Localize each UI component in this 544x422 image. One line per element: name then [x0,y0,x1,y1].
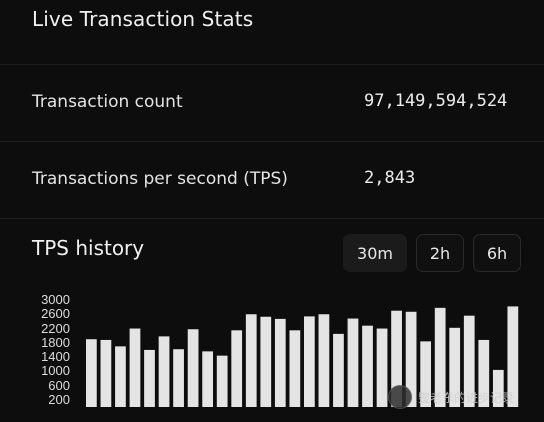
tps-history-title: TPS history [32,236,145,260]
chart-bar [376,328,388,407]
y-tick-label: 200 [48,391,70,407]
y-tick-label: 2600 [41,306,70,322]
header: Live Transaction Stats [0,0,544,65]
range-button-2h[interactable]: 2h [416,234,464,272]
stat-row-tps: Transactions per second (TPS) 2,843 [0,142,544,219]
chart-bar [245,314,257,407]
chart-bar [289,330,301,407]
chart-bar [144,349,155,407]
y-tick-label: 600 [48,377,70,393]
chart-bar [362,325,373,407]
chart-bar [115,346,126,407]
stat-value: 2,843 [364,168,416,188]
chart-bar [202,351,214,407]
chart-bar [260,316,272,407]
y-tick-label: 1800 [41,334,70,350]
chart-bar [100,339,112,407]
chart-bar [231,330,243,407]
stat-row-transaction-count: Transaction count 97,149,594,524 [0,65,544,142]
watermark: 鳖老东的进步记录 [388,382,544,412]
y-tick-label: 3000 [41,292,70,307]
y-tick-label: 1000 [41,363,70,379]
chart-bar [274,318,286,407]
chart-bar [304,316,315,407]
wechat-logo-icon [388,385,412,409]
chart-bar [318,314,330,407]
stat-label: Transaction count [32,92,183,112]
chart-bar [347,318,359,407]
chart-bar [129,328,141,407]
page-title: Live Transaction Stats [32,7,254,31]
chart-bar [216,355,228,407]
chart-bar [158,336,170,407]
stat-label: Transactions per second (TPS) [32,169,288,189]
stat-value: 97,149,594,524 [364,91,508,111]
chart-bar [86,339,97,407]
chart-bar [173,349,184,407]
watermark-text: 鳖老东的进步记录 [418,390,515,405]
range-button-30m[interactable]: 30m [343,234,407,272]
y-tick-label: 1400 [41,349,70,365]
chart-bar [187,329,199,407]
chart-bar [333,333,344,407]
y-tick-label: 2200 [41,320,70,336]
range-button-6h[interactable]: 6h [473,234,521,272]
